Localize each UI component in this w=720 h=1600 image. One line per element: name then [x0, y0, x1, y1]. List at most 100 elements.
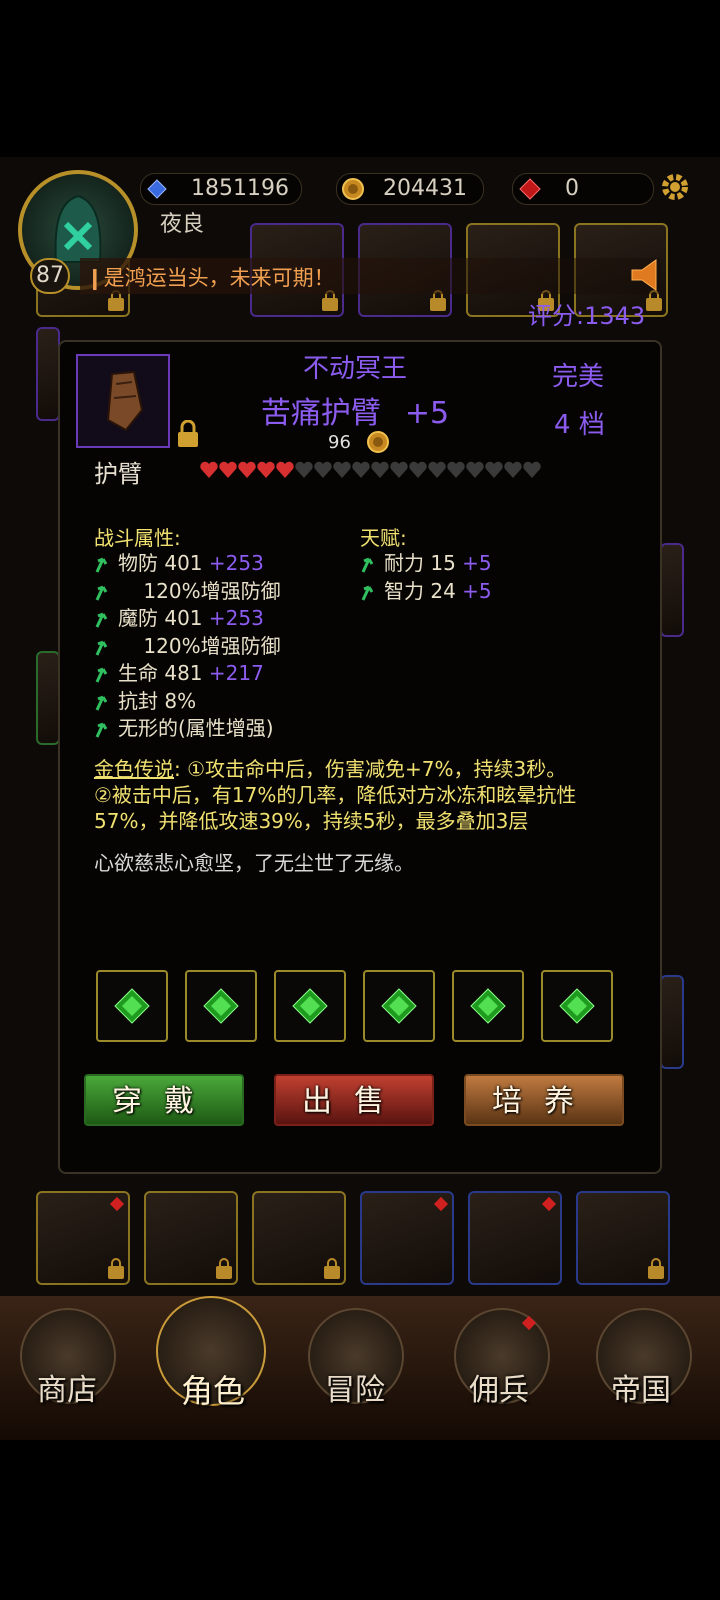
blue-gem-icon — [147, 179, 167, 199]
stat-text: 智力 24 — [384, 578, 463, 603]
gem-socket-2[interactable] — [185, 970, 257, 1042]
gear-icon[interactable] — [658, 170, 692, 204]
stat-text: 120%增强防御 — [118, 578, 281, 603]
combat-stat-line: 生命 481 +217 — [118, 660, 264, 686]
bracer-icon — [106, 370, 144, 432]
talent-stat-line: 耐力 15 +5 — [384, 550, 492, 576]
stat-bonus: +217 — [208, 661, 264, 685]
green-gem-icon — [470, 988, 506, 1024]
stat-text: 物防 401 — [118, 551, 209, 575]
enhance-hearts — [200, 461, 541, 478]
heart-empty-icon — [333, 461, 351, 478]
inventory-slot — [660, 543, 684, 637]
green-gem-icon — [381, 988, 417, 1024]
horn-icon[interactable] — [628, 258, 664, 292]
stat-bonus: +253 — [208, 606, 264, 630]
item-slot-type: 护臂 — [94, 460, 142, 488]
combat-stat-line: 120%增强防御 — [118, 578, 281, 604]
item-title: 苦痛护臂 +5 — [210, 388, 500, 432]
lock-icon[interactable] — [176, 420, 200, 448]
player-name: 夜良 — [160, 212, 205, 237]
inventory-slot[interactable] — [36, 1191, 130, 1285]
nav-mercenary-label[interactable]: 佣兵 — [444, 1365, 554, 1409]
up-arrow-icon — [95, 557, 108, 573]
gem-socket-1[interactable] — [96, 970, 168, 1042]
gem-socket-3[interactable] — [274, 970, 346, 1042]
nav-adventure-label[interactable]: 冒险 — [300, 1365, 410, 1409]
heart-empty-icon — [523, 461, 541, 478]
heart-empty-icon — [466, 461, 484, 478]
inventory-slot — [660, 975, 684, 1069]
combat-stat-line: 物防 401 +253 — [118, 550, 264, 576]
combat-stat-line: 抗封 8% — [118, 688, 196, 714]
inventory-slot[interactable] — [468, 1191, 562, 1285]
heart-empty-icon — [314, 461, 332, 478]
item-detail-modal: 护臂 不动冥王 苦痛护臂 +5 完美 4 档 96 战斗属性: 物防 401 +2… — [58, 340, 662, 1174]
item-price: 96 — [328, 432, 351, 453]
gem-socket-4[interactable] — [363, 970, 435, 1042]
talent-heading: 天赋: — [360, 526, 407, 550]
up-arrow-icon — [95, 667, 108, 683]
legend-line-3: 57%，并降低攻速39%，持续5秒，最多叠加3层 — [94, 809, 529, 833]
heart-empty-icon — [409, 461, 427, 478]
gold-coin-icon — [367, 431, 389, 453]
item-quality: 完美 — [552, 362, 605, 392]
ruby-value: 0 — [565, 176, 579, 201]
stat-text: 耐力 15 — [384, 551, 463, 575]
inventory-slot — [36, 651, 60, 745]
stat-bonus: +5 — [462, 551, 492, 575]
broadcast-text: ❙是鸿运当头，未来可期！ — [86, 266, 335, 290]
flavor-text: 心欲慈悲心愈坚，了无尘世了无缘。 — [94, 851, 414, 875]
inventory-slot[interactable] — [576, 1191, 670, 1285]
talent-stat-line: 智力 24 +5 — [384, 578, 492, 604]
item-grade: 4 档 — [554, 410, 605, 440]
sell-button[interactable]: 出售 — [274, 1074, 434, 1126]
stat-bonus: +5 — [462, 578, 492, 603]
inventory-slot[interactable] — [252, 1191, 346, 1285]
train-button[interactable]: 培养 — [464, 1074, 624, 1126]
heart-filled-icon — [238, 461, 256, 478]
heart-empty-icon — [428, 461, 446, 478]
legend-colon: : — [174, 757, 188, 781]
legend-label[interactable]: 金色传说 — [94, 757, 174, 781]
legend-text-1: ①攻击命中后，伤害减免+7%，持续3秒。 — [187, 757, 567, 781]
equip-button[interactable]: 穿戴 — [84, 1074, 244, 1126]
combat-stat-line: 无形的(属性增强) — [118, 715, 274, 741]
nav-role-label[interactable]: 角色 — [158, 1366, 268, 1412]
heart-empty-icon — [371, 461, 389, 478]
green-gem-icon — [559, 988, 595, 1024]
level-badge: 87 — [30, 258, 70, 294]
stat-bonus: +253 — [208, 551, 264, 575]
nav-empire-label[interactable]: 帝国 — [586, 1365, 696, 1409]
inventory-slot[interactable] — [360, 1191, 454, 1285]
heart-empty-icon — [504, 461, 522, 478]
combat-heading: 战斗属性: — [94, 526, 181, 550]
inventory-slot[interactable] — [144, 1191, 238, 1285]
heart-empty-icon — [390, 461, 408, 478]
inventory-slot — [36, 327, 60, 421]
item-enhance: +5 — [404, 396, 450, 431]
heart-empty-icon — [447, 461, 465, 478]
gold-value: 204431 — [383, 176, 467, 201]
up-arrow-icon — [95, 722, 108, 738]
gold-counter: 204431 — [336, 173, 484, 205]
up-arrow-icon — [95, 612, 108, 628]
item-series: 不动冥王 — [302, 354, 407, 384]
up-arrow-icon — [361, 557, 374, 573]
stat-text: 无形的(属性增强) — [118, 716, 274, 740]
stat-text: 抗封 8% — [118, 688, 197, 713]
red-gem-icon — [519, 178, 541, 200]
combat-stat-line: 魔防 401 +253 — [118, 605, 264, 631]
diamond-value: 1851196 — [191, 176, 289, 201]
nav-shop-label[interactable]: 商店 — [12, 1365, 122, 1409]
up-arrow-icon — [95, 585, 108, 601]
heart-filled-icon — [276, 461, 294, 478]
heart-empty-icon — [295, 461, 313, 478]
hooded-figure-icon — [54, 194, 102, 263]
combat-stat-line: 120%增强防御 — [118, 633, 280, 659]
up-arrow-icon — [361, 585, 374, 601]
gem-socket-5[interactable] — [452, 970, 524, 1042]
legend-line-2: ②被击中后，有17%的几率，降低对方冰冻和眩晕抗性 — [94, 783, 577, 807]
up-arrow-icon — [95, 640, 108, 656]
gem-socket-6[interactable] — [541, 970, 613, 1042]
